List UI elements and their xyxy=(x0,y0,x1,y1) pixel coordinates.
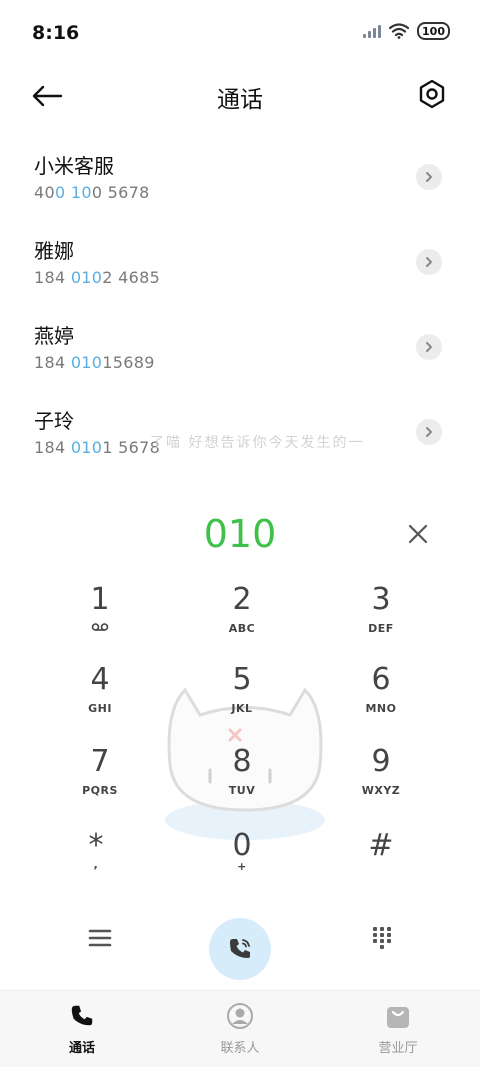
signal-icon xyxy=(363,24,382,38)
tab-label: 营业厅 xyxy=(378,1041,418,1056)
header: 通话 xyxy=(0,68,480,124)
clear-button[interactable] xyxy=(402,518,434,550)
key-3[interactable]: 3 DEF xyxy=(321,580,441,650)
page-title: 通话 xyxy=(217,87,263,113)
phone-icon xyxy=(71,1005,93,1026)
key-hash[interactable]: # xyxy=(321,826,441,896)
key-letters: TUV xyxy=(228,784,256,797)
key-letters: WXYZ xyxy=(361,784,401,797)
contact-detail-button[interactable] xyxy=(416,164,442,190)
key-0[interactable]: 0 + xyxy=(182,826,302,896)
tab-calls[interactable]: 通话 xyxy=(22,1001,142,1056)
key-letters: PQRS xyxy=(82,784,118,797)
key-digit: 9 xyxy=(371,744,391,779)
contact-item[interactable]: 燕婷 184 01015689 xyxy=(0,310,480,395)
settings-button[interactable] xyxy=(414,76,450,112)
status-bar: 8:16 100 xyxy=(0,0,480,68)
tab-label: 通话 xyxy=(68,1041,95,1056)
dialpad-toggle-button[interactable] xyxy=(368,924,396,952)
chevron-right-icon xyxy=(426,172,432,182)
key-digit: 7 xyxy=(90,744,110,779)
key-digit: 5 xyxy=(232,662,252,697)
key-digit: 2 xyxy=(232,582,252,617)
wallpaper-decoration-text: 了喵 好想告诉你今天发生的一 xyxy=(150,435,365,451)
contact-number: 184 0102 4685 xyxy=(34,268,161,287)
settings-icon xyxy=(419,79,445,109)
key-letters: DEF xyxy=(368,622,394,635)
key-5[interactable]: 5 JKL xyxy=(182,660,302,730)
tab-label: 联系人 xyxy=(220,1041,260,1056)
key-7[interactable]: 7 PQRS xyxy=(40,742,160,812)
chevron-right-icon xyxy=(426,257,432,267)
key-letters: + xyxy=(237,860,247,873)
menu-icon xyxy=(88,929,112,947)
key-digit: 4 xyxy=(90,662,110,697)
contact-detail-button[interactable] xyxy=(416,419,442,445)
key-star[interactable]: * , xyxy=(36,826,156,896)
key-6[interactable]: 6 MNO xyxy=(321,660,441,730)
status-icons: 100 xyxy=(363,22,450,40)
contact-number: 184 01015689 xyxy=(34,353,155,372)
contact-name: 燕婷 xyxy=(34,324,74,348)
shopping-bag-icon xyxy=(387,1007,409,1028)
contact-item[interactable]: 雅娜 184 0102 4685 xyxy=(0,225,480,310)
tab-contacts[interactable]: 联系人 xyxy=(180,1001,300,1056)
key-letters: GHI xyxy=(88,702,112,715)
key-2[interactable]: 2 ABC xyxy=(182,580,302,650)
dialer-actions xyxy=(0,910,480,980)
contact-icon xyxy=(227,1003,253,1029)
call-button[interactable] xyxy=(209,918,271,980)
key-9[interactable]: 9 WXYZ xyxy=(321,742,441,812)
close-icon xyxy=(408,524,428,544)
key-4[interactable]: 4 GHI xyxy=(40,660,160,730)
key-8[interactable]: 8 TUV xyxy=(182,742,302,812)
battery-indicator: 100 xyxy=(417,22,450,40)
key-digit: # xyxy=(368,828,394,863)
key-1[interactable]: 1 xyxy=(40,580,160,650)
contact-name: 雅娜 xyxy=(34,239,74,263)
key-letters: JKL xyxy=(231,702,253,715)
contact-detail-button[interactable] xyxy=(416,334,442,360)
key-digit: 3 xyxy=(371,582,391,617)
chevron-right-icon xyxy=(426,342,432,352)
menu-button[interactable] xyxy=(86,924,114,952)
key-digit: 8 xyxy=(232,744,252,779)
chevron-right-icon xyxy=(426,427,432,437)
key-letters: MNO xyxy=(365,702,397,715)
contact-name: 小米客服 xyxy=(34,154,114,178)
contact-name: 子玲 xyxy=(34,409,74,433)
status-time: 8:16 xyxy=(32,22,80,44)
key-digit: 1 xyxy=(90,582,110,617)
tab-service-hall[interactable]: 营业厅 xyxy=(338,1001,458,1056)
key-digit: 6 xyxy=(371,662,391,697)
voicemail-icon xyxy=(40,622,160,635)
contact-item[interactable]: 小米客服 400 100 5678 xyxy=(0,140,480,225)
contact-number: 400 100 5678 xyxy=(34,183,150,202)
bottom-tab-bar: 通话 联系人 营业厅 xyxy=(0,990,480,1067)
wifi-icon xyxy=(389,23,410,39)
key-letters: ABC xyxy=(228,622,256,635)
phone-call-icon xyxy=(230,939,250,958)
key-letters: , xyxy=(93,858,99,871)
contact-detail-button[interactable] xyxy=(416,249,442,275)
contact-suggestion-list: 小米客服 400 100 5678 雅娜 184 0102 4685 燕婷 18… xyxy=(0,140,480,480)
dialpad-icon xyxy=(373,927,391,949)
